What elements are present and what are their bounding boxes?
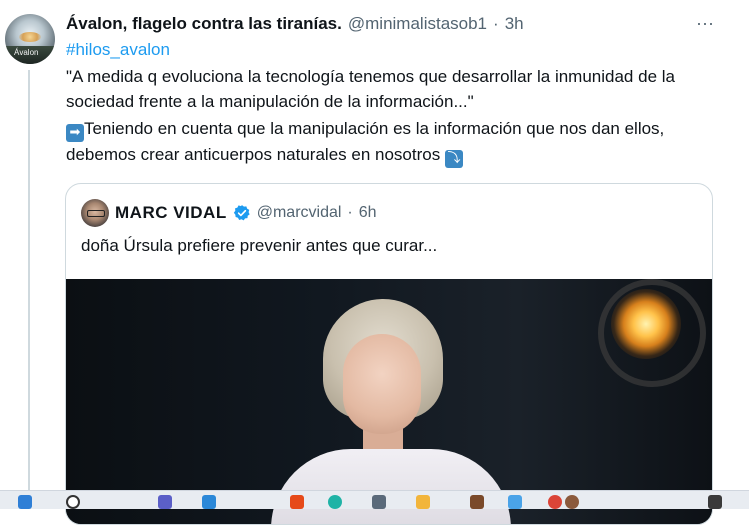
tweet-header: Ávalon, flagelo contra las tiranías. @mi… (66, 12, 716, 36)
quoted-tweet-text: doña Úrsula prefiere prevenir antes que … (81, 236, 438, 255)
app-icon[interactable] (372, 495, 386, 509)
os-taskbar (0, 490, 749, 509)
widgets-icon[interactable] (202, 495, 216, 509)
calendar-icon[interactable] (508, 495, 522, 509)
teams-icon[interactable] (158, 495, 172, 509)
browser-icon[interactable] (328, 495, 342, 509)
quoted-tweet-header: MARC VIDAL @marcvidal · 6h (81, 199, 377, 227)
quoted-header-separator: · (347, 204, 353, 221)
profile-app-icon[interactable] (565, 495, 579, 509)
header-separator: · (493, 14, 499, 33)
chrome-icon[interactable] (548, 495, 562, 509)
start-icon[interactable] (18, 495, 32, 509)
quoted-author-avatar[interactable] (81, 199, 109, 227)
tweet-text-quote: "A medida q evoluciona la tecnología ten… (66, 67, 675, 111)
search-icon[interactable] (66, 495, 80, 509)
tray-icon[interactable] (708, 495, 722, 509)
file-explorer-icon[interactable] (416, 495, 430, 509)
author-avatar[interactable]: Ávalon (5, 14, 55, 64)
stage-light (611, 289, 681, 359)
quoted-tweet-video[interactable] (66, 279, 712, 524)
tweet-text-commentary: ➡ Teniendo en cuenta que la manipulación … (66, 116, 716, 168)
quoted-tweet-card[interactable]: MARC VIDAL @marcvidal · 6h doña Úrsula p… (65, 183, 713, 525)
thread-connector-line (28, 70, 30, 490)
tweet: Ávalon, flagelo contra las tiranías. @mi… (66, 12, 716, 168)
speaker-face (343, 334, 421, 434)
photo-app-icon[interactable] (470, 495, 484, 509)
avatar-sun-graphic (19, 32, 41, 42)
quoted-tweet-timestamp[interactable]: 6h (359, 204, 377, 222)
author-name[interactable]: Ávalon, flagelo contra las tiranías. (66, 12, 342, 36)
arrow-down-emoji-icon: ⤵ (444, 150, 463, 168)
tweet-commentary-text: Teniendo en cuenta que la manipulación e… (66, 119, 665, 164)
hashtag-link[interactable]: #hilos_avalon (66, 38, 716, 62)
quoted-author-handle[interactable]: @marcvidal (257, 204, 342, 222)
verified-badge-icon (233, 205, 250, 221)
avatar-text: Ávalon (14, 48, 39, 57)
avatar-glasses-graphic (87, 210, 105, 217)
quoted-author-name[interactable]: MARC VIDAL (115, 203, 227, 223)
arrow-right-emoji-icon: ➡ (66, 124, 84, 142)
edge-icon[interactable] (290, 495, 304, 509)
tweet-timestamp[interactable]: 3h (505, 12, 524, 36)
author-handle[interactable]: @minimalistasob1 (348, 12, 487, 36)
more-options-icon[interactable]: ··· (690, 14, 720, 38)
